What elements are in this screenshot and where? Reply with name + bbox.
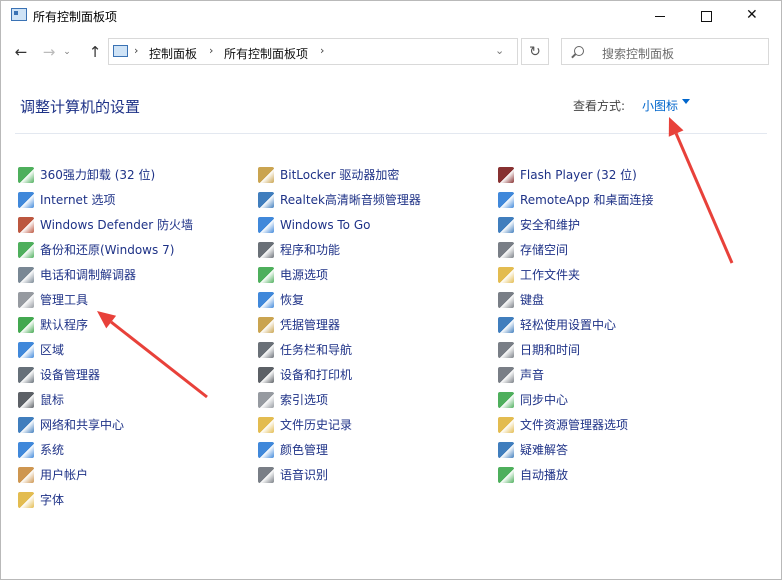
control-panel-window: 所有控制面板项 ✕ ← → ⌄ ↑ › 控制面板 › 所有控制面板项 › ⌄ ↻… — [0, 0, 782, 580]
annotation-arrow-admin-head — [97, 311, 117, 329]
annotation-arrow-admin-shaft — [110, 320, 208, 399]
annotation-arrow-view-shaft — [674, 132, 734, 264]
annotation-arrows — [97, 117, 734, 399]
